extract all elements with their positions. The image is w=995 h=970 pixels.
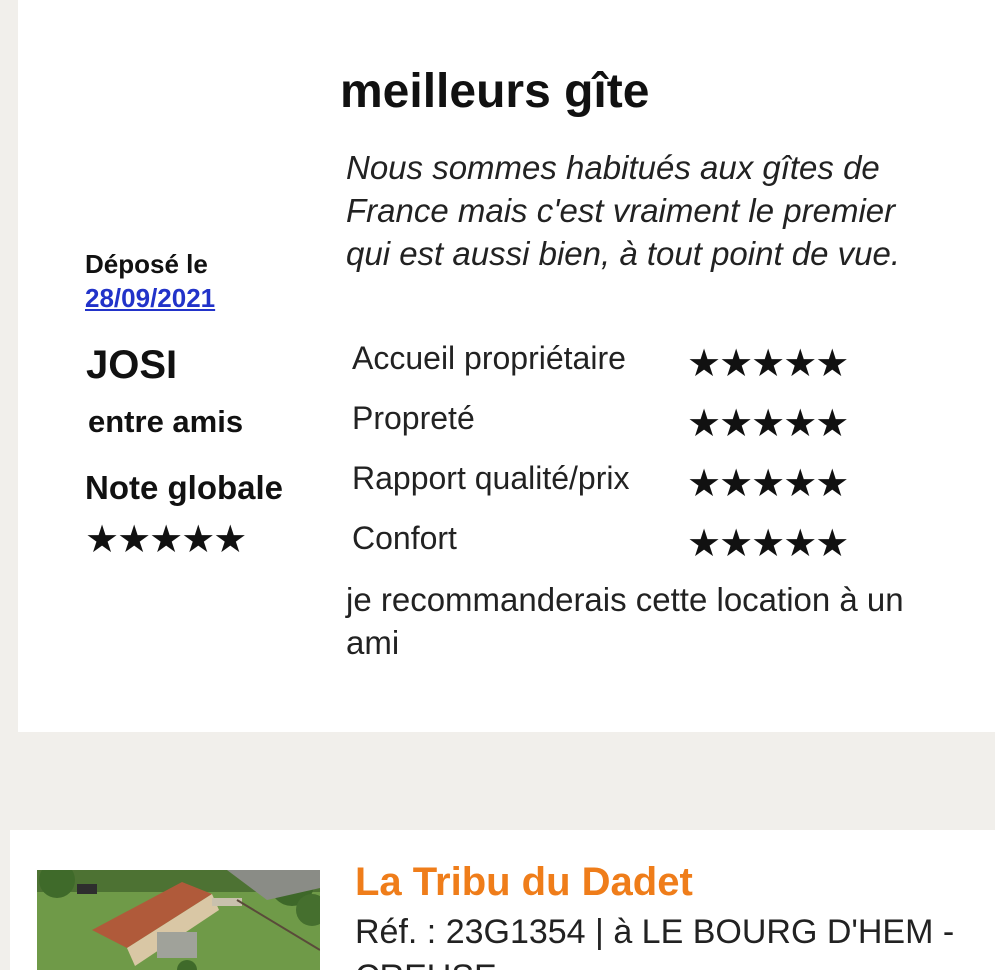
review-title: meilleurs gîte: [340, 65, 650, 118]
review-comment: Nous sommes habitués aux gîtes de France…: [346, 149, 901, 272]
review-card: meilleurs gîte Nous sommes habitués aux …: [18, 0, 995, 732]
overall-rating-label: Note globale: [85, 469, 284, 506]
rating-row-accueil: Accueil propriétaire ★★★★★: [352, 338, 912, 398]
rating-label: Confort: [352, 520, 457, 556]
rating-stars: ★★★★★: [687, 523, 849, 565]
rating-label: Rapport qualité/prix: [352, 460, 630, 496]
recommendation-text: je recommanderais cette location à un am…: [346, 581, 904, 661]
overall-rating-stars: ★★★★★: [85, 519, 247, 561]
rating-stars: ★★★★★: [687, 403, 849, 445]
reviewer-name: JOSI: [86, 343, 178, 387]
rating-label: Accueil propriétaire: [352, 340, 626, 376]
rating-row-rapport-qualite-prix: Rapport qualité/prix ★★★★★: [352, 458, 912, 518]
listing-card[interactable]: La Tribu du Dadet Réf. : 23G1354 | à LE …: [10, 830, 995, 970]
rating-stars: ★★★★★: [687, 463, 849, 505]
listing-title-link[interactable]: La Tribu du Dadet: [355, 860, 693, 905]
posted-date-link[interactable]: 28/09/2021: [85, 283, 215, 314]
rating-stars: ★★★★★: [687, 343, 849, 385]
rating-list: Accueil propriétaire ★★★★★ Propreté ★★★★…: [352, 338, 912, 578]
rating-row-proprete: Propreté ★★★★★: [352, 398, 912, 458]
posted-label: Déposé le: [85, 249, 208, 279]
reviewer-trip-type: entre amis: [88, 404, 244, 439]
listing-photo-image: [37, 870, 320, 970]
rating-label: Propreté: [352, 400, 475, 436]
rating-row-confort: Confort ★★★★★: [352, 518, 912, 578]
listing-reference: Réf. : 23G1354 | à LE BOURG D'HEM - CREU…: [355, 913, 955, 970]
listing-photo[interactable]: [37, 870, 320, 970]
